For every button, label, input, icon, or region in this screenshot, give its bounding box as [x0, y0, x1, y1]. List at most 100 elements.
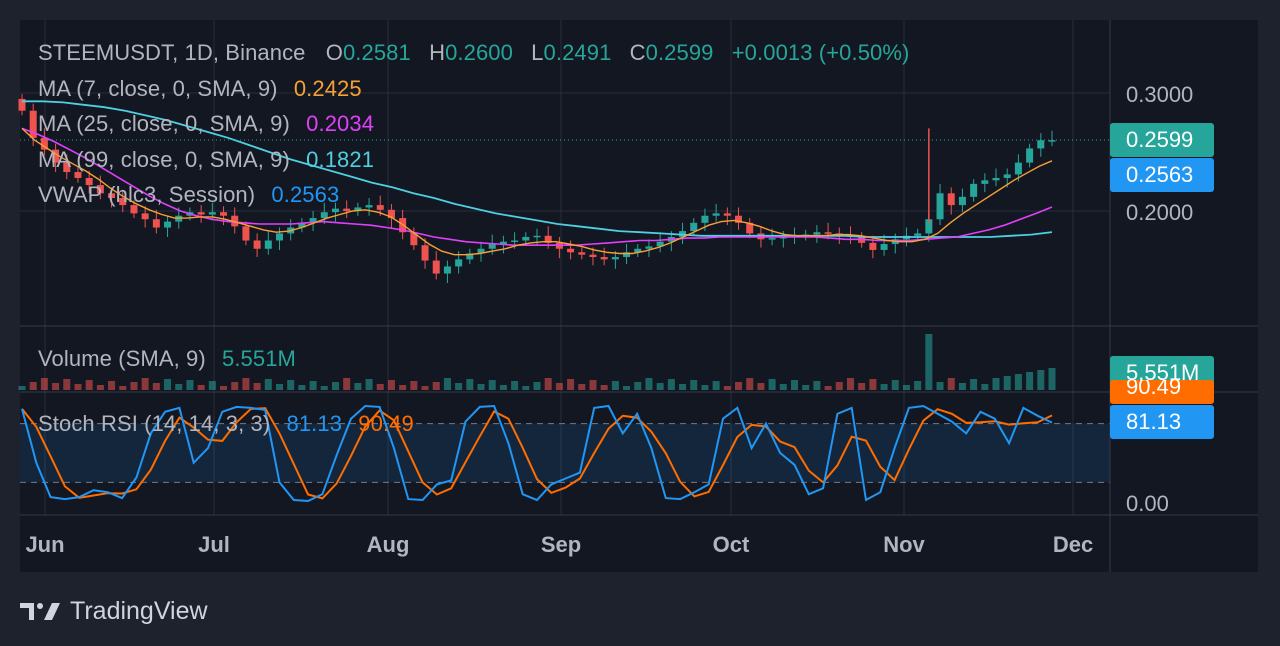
volume-bar [533, 382, 541, 390]
volume-bar [466, 379, 474, 390]
candle-body [992, 177, 1000, 181]
vwap-value: 0.2563 [271, 182, 340, 207]
volume-bar [589, 380, 597, 390]
candle-body [723, 213, 731, 216]
volume-bar [791, 380, 798, 390]
volume-bar [18, 386, 26, 390]
candle-body [645, 246, 653, 249]
volume-bar [208, 381, 216, 390]
month-nov: Nov [883, 532, 925, 557]
volume-bar [511, 381, 519, 390]
month-jul: Jul [198, 532, 230, 557]
price-tick-0.2: 0.2000 [1126, 200, 1194, 225]
ma7-legend[interactable]: MA (7, close, 0, SMA, 9) 0.2425 [38, 76, 362, 102]
volume-bar [164, 379, 172, 390]
ma25-label: MA (25, close, 0, SMA, 9) [38, 111, 290, 136]
volume-bar [231, 382, 239, 390]
volume-bar [567, 379, 575, 390]
brand-name: TradingView [70, 596, 208, 625]
volume-bar [824, 386, 832, 390]
volume-bar [488, 380, 496, 390]
candle-body [320, 212, 328, 219]
candle-body [701, 215, 709, 223]
volume-bar [443, 378, 451, 390]
volume-bar [1048, 368, 1056, 390]
volume-bar [52, 383, 60, 390]
volume-bar [197, 385, 205, 390]
volume-bar [701, 385, 709, 390]
low-value: 0.2491 [543, 40, 612, 65]
open-value: 0.2581 [342, 40, 411, 65]
volume-bar [455, 383, 463, 390]
volume-value: 5.551M [222, 346, 296, 371]
volume-bar [242, 378, 250, 390]
volume-bar [746, 378, 754, 390]
volume-bar [1003, 376, 1011, 390]
volume-bar [858, 383, 866, 390]
volume-bar [264, 379, 272, 390]
tradingview-brand[interactable]: TradingView [20, 596, 208, 626]
candle-body [611, 257, 619, 260]
candle-body [253, 240, 261, 249]
stoch-k-value: 81.13 [286, 411, 343, 436]
volume-bar [914, 381, 922, 390]
volume-bar [309, 381, 317, 390]
volume-bar [141, 378, 149, 390]
volume-bar [421, 386, 429, 390]
volume-bar [399, 385, 407, 390]
candle-body [768, 238, 776, 240]
volume-bar [813, 381, 821, 390]
volume-bar [29, 382, 37, 390]
candle-body [589, 254, 597, 258]
stoch-k-badge: 81.13 [1110, 405, 1214, 439]
volume-bar [679, 384, 687, 390]
volume-bar [186, 380, 194, 390]
symbol-legend[interactable]: STEEMUSDT, 1D, Binance O0.2581 H0.2600 L… [38, 40, 909, 66]
volume-bar [723, 386, 731, 390]
volume-bar [958, 383, 966, 390]
volume-bar [880, 384, 888, 390]
candle-body [455, 259, 463, 267]
volume-bar [735, 382, 743, 390]
candle-body [600, 257, 608, 260]
volume-bar [544, 378, 552, 390]
volume-bar [499, 385, 507, 390]
stoch-legend[interactable]: Stoch RSI (14, 14, 3, 3) 81.13 90.49 [38, 411, 414, 437]
chart-widget: STEEMUSDT, 1D, Binance O0.2581 H0.2600 L… [0, 0, 1280, 646]
volume-bar [936, 382, 944, 390]
volume-bar [175, 384, 183, 390]
volume-bar [276, 384, 283, 390]
last-price-badge: 0.2599 [1110, 123, 1214, 157]
open-label: O [325, 40, 343, 65]
stoch-tick-0: 0.00 [1126, 491, 1169, 516]
ma7-value: 0.2425 [293, 76, 362, 101]
volume-legend[interactable]: Volume (SMA, 9) 5.551M [38, 346, 296, 372]
volume-bar [947, 378, 955, 390]
volume-bar [611, 381, 619, 390]
vwap-legend[interactable]: VWAP (hlc3, Session) 0.2563 [38, 182, 339, 208]
close-label: C [629, 40, 646, 65]
volume-bar [331, 382, 339, 390]
candle-body [824, 232, 832, 234]
candle-body [578, 252, 586, 255]
candle-body [343, 208, 351, 211]
candle-body [947, 193, 955, 206]
volume-bar [891, 380, 899, 390]
candle-body [533, 235, 541, 238]
month-aug: Aug [366, 532, 410, 557]
candle-body [242, 226, 250, 241]
ma7-label: MA (7, close, 0, SMA, 9) [38, 76, 278, 101]
candle-body [511, 240, 519, 242]
volume-bar [220, 386, 228, 390]
volume-bar [387, 380, 395, 390]
candle-body [1003, 174, 1011, 178]
stoch-d-value: 90.49 [358, 411, 414, 436]
volume-bar [802, 385, 810, 390]
ma25-legend[interactable]: MA (25, close, 0, SMA, 9) 0.2034 [38, 111, 374, 137]
candle-body [208, 212, 216, 215]
volume-bar [667, 379, 675, 390]
volume-bar [656, 383, 664, 390]
volume-bar [376, 384, 384, 390]
ma99-legend[interactable]: MA (99, close, 0, SMA, 9) 0.1821 [38, 147, 374, 173]
candle-body [914, 233, 922, 236]
